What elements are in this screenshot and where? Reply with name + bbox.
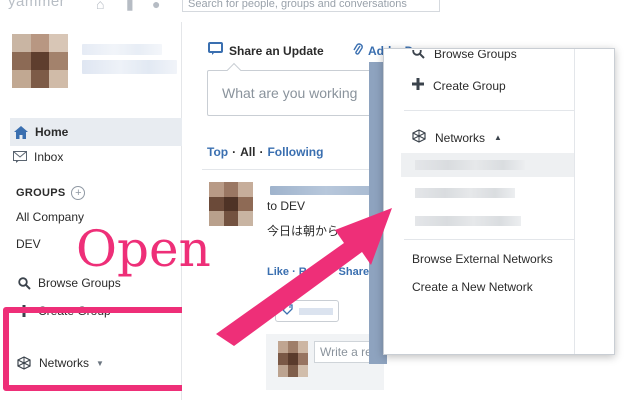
paperclip-icon <box>353 42 363 59</box>
tag-label-blurred <box>299 307 333 315</box>
networks-icon <box>412 129 426 146</box>
dropdown-divider <box>404 110 574 111</box>
tab-share-update-label: Share an Update <box>229 43 324 58</box>
tag-icon <box>282 304 293 318</box>
search-icon <box>412 50 425 62</box>
sidebar-item-label: Inbox <box>34 150 64 164</box>
post-author-name-blurred <box>270 186 382 195</box>
bell-icon[interactable]: ● <box>152 0 160 12</box>
network-name-blurred <box>415 160 525 170</box>
main-feed: Share an Update Add a Doc What are you w… <box>182 22 427 400</box>
networks-dropdown: Browse Groups Create Group Networks ▲ Br… <box>383 48 615 355</box>
add-group-icon[interactable]: + <box>71 186 86 200</box>
feed-divider <box>202 169 382 170</box>
dropdown-item-browse-groups[interactable]: Browse Groups <box>412 50 517 64</box>
tab-share-update[interactable]: Share an Update <box>208 42 324 59</box>
sidebar-group-all-company[interactable]: All Company <box>16 210 84 224</box>
dropdown-item-label: Browse Groups <box>434 50 517 61</box>
plus-icon <box>412 78 424 93</box>
sidebar-item-inbox[interactable]: Inbox <box>12 150 63 164</box>
sidebar-item-label: Browse Groups <box>38 276 121 290</box>
feed-filter-tabs: Top · All · Following <box>207 145 324 159</box>
network-list-item[interactable] <box>401 209 574 233</box>
reply-avatar <box>278 341 308 377</box>
dropdown-item-label: Networks <box>435 130 486 145</box>
post-body: 今日は朝から <box>267 224 340 238</box>
search-icon <box>16 276 32 290</box>
home-icon[interactable]: ⌂ <box>96 0 104 12</box>
dropdown-item-create-network[interactable]: Create a New Network <box>412 280 533 294</box>
sidebar-item-home[interactable]: Home <box>10 118 182 146</box>
caret-up-icon: ▲ <box>494 133 502 142</box>
dropdown-item-create-group[interactable]: Create Group <box>412 78 506 93</box>
network-name-blurred <box>415 216 521 226</box>
network-name-blurred <box>415 188 515 198</box>
post-actions[interactable]: Like · Reply · Share <box>267 266 369 278</box>
network-list-item[interactable] <box>401 181 574 205</box>
user-avatar[interactable] <box>12 34 68 88</box>
dropdown-divider <box>404 239 574 240</box>
search-input[interactable]: Search for people, groups and conversati… <box>182 0 440 12</box>
dropdown-item-browse-external[interactable]: Browse External Networks <box>412 252 553 266</box>
open-annotation-label: Open <box>76 220 211 278</box>
user-name-blurred <box>82 44 162 55</box>
network-list-item[interactable] <box>401 153 574 177</box>
networks-highlight-box <box>3 307 190 391</box>
user-title-blurred <box>82 60 177 74</box>
filter-top[interactable]: Top <box>207 145 228 159</box>
speech-bubble-icon <box>208 42 223 59</box>
post-recipient[interactable]: to DEV <box>267 199 305 213</box>
groups-heading-label: GROUPS <box>16 187 66 199</box>
home-icon <box>13 125 29 139</box>
post-author-avatar[interactable] <box>209 182 253 226</box>
filter-all[interactable]: All <box>240 145 255 159</box>
groups-heading: GROUPS + <box>16 186 86 200</box>
yammer-logo[interactable]: yammer <box>8 0 65 10</box>
dropdown-item-label: Create Group <box>433 78 506 93</box>
top-bar: yammer ⌂ ▮ ● Search for people, groups a… <box>0 0 640 22</box>
sidebar-group-dev[interactable]: DEV <box>16 237 41 251</box>
filter-following[interactable]: Following <box>267 145 323 159</box>
sidebar-item-label: Home <box>35 125 69 139</box>
sidebar-item-browse-groups[interactable]: Browse Groups <box>16 276 121 290</box>
notifications-icon[interactable]: ▮ <box>126 0 134 13</box>
dropdown-column-divider <box>574 49 575 354</box>
inbox-icon <box>12 151 28 163</box>
topic-tag[interactable] <box>275 300 339 322</box>
dropdown-item-networks[interactable]: Networks ▲ <box>412 129 502 146</box>
